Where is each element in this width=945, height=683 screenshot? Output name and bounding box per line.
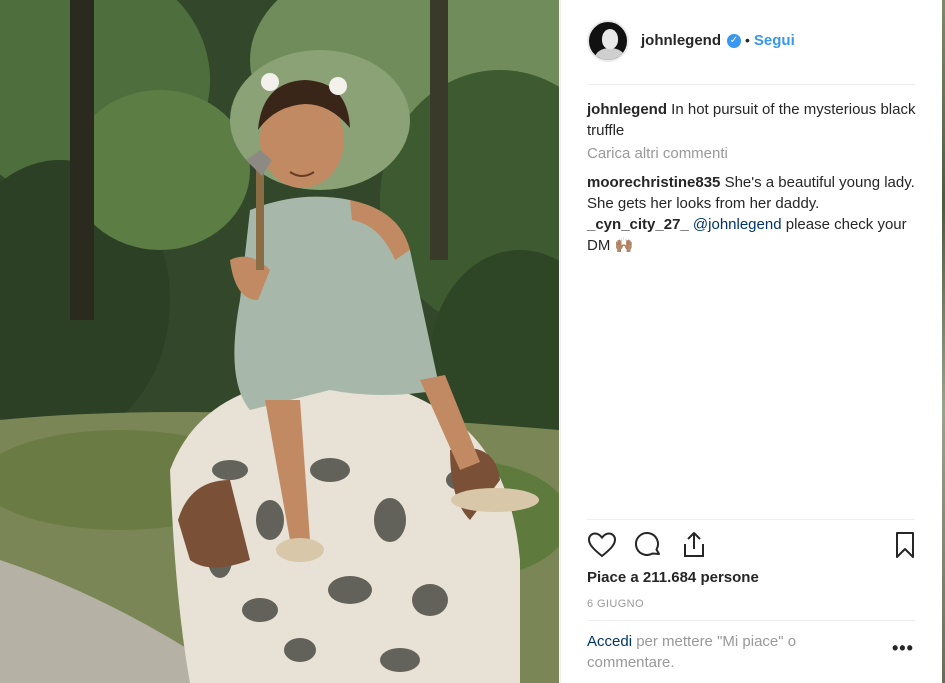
comment-icon[interactable] <box>633 530 663 560</box>
separator-dot: • <box>745 32 750 48</box>
post-details-panel: johnlegend ✓ • Segui johnlegend In hot purs… <box>560 0 945 683</box>
author-avatar[interactable] <box>587 20 629 62</box>
more-options-button[interactable]: ••• <box>892 638 914 659</box>
login-prompt: Accedi per mettere "Mi piace" o commenta… <box>587 631 867 673</box>
verified-badge-icon: ✓ <box>727 33 741 48</box>
comment-username[interactable]: johnlegend <box>587 101 667 118</box>
follow-button[interactable]: Segui <box>754 32 795 49</box>
comment-username[interactable]: moorechristine835 <box>587 174 720 191</box>
likes-count[interactable]: Piace a 211.684 persone <box>587 569 759 586</box>
post-photo-illustration <box>0 0 559 683</box>
comment-username[interactable]: _cyn_city_27_ <box>587 216 689 233</box>
post-photo[interactable] <box>0 0 559 683</box>
avatar-shoulder-shape <box>595 48 625 60</box>
actions-divider <box>587 519 915 520</box>
load-more-comments-button[interactable]: Carica altri commenti <box>587 143 922 164</box>
comments-section: johnlegend In hot pursuit of the mysteri… <box>587 99 922 256</box>
comment-item: _cyn_city_27_ @johnlegend please check y… <box>587 214 922 256</box>
caption-comment: johnlegend In hot pursuit of the mysteri… <box>587 99 922 141</box>
post-date[interactable]: 6 GIUGNO <box>587 598 644 610</box>
bookmark-icon[interactable] <box>890 530 920 560</box>
header-divider <box>587 84 915 85</box>
login-link[interactable]: Accedi <box>587 633 632 650</box>
post-header: johnlegend ✓ • Segui <box>587 16 795 66</box>
post-actions-bar <box>587 526 918 566</box>
footer-divider <box>587 620 915 621</box>
share-icon[interactable] <box>679 530 709 560</box>
author-username[interactable]: johnlegend <box>641 32 721 49</box>
author-line: johnlegend ✓ • Segui <box>641 32 795 50</box>
heart-icon[interactable] <box>587 530 617 560</box>
comment-item: moorechristine835 She's a beautiful youn… <box>587 172 922 214</box>
avatar-head-shape <box>602 29 618 49</box>
comment-mention-link[interactable]: @johnlegend <box>693 216 782 233</box>
